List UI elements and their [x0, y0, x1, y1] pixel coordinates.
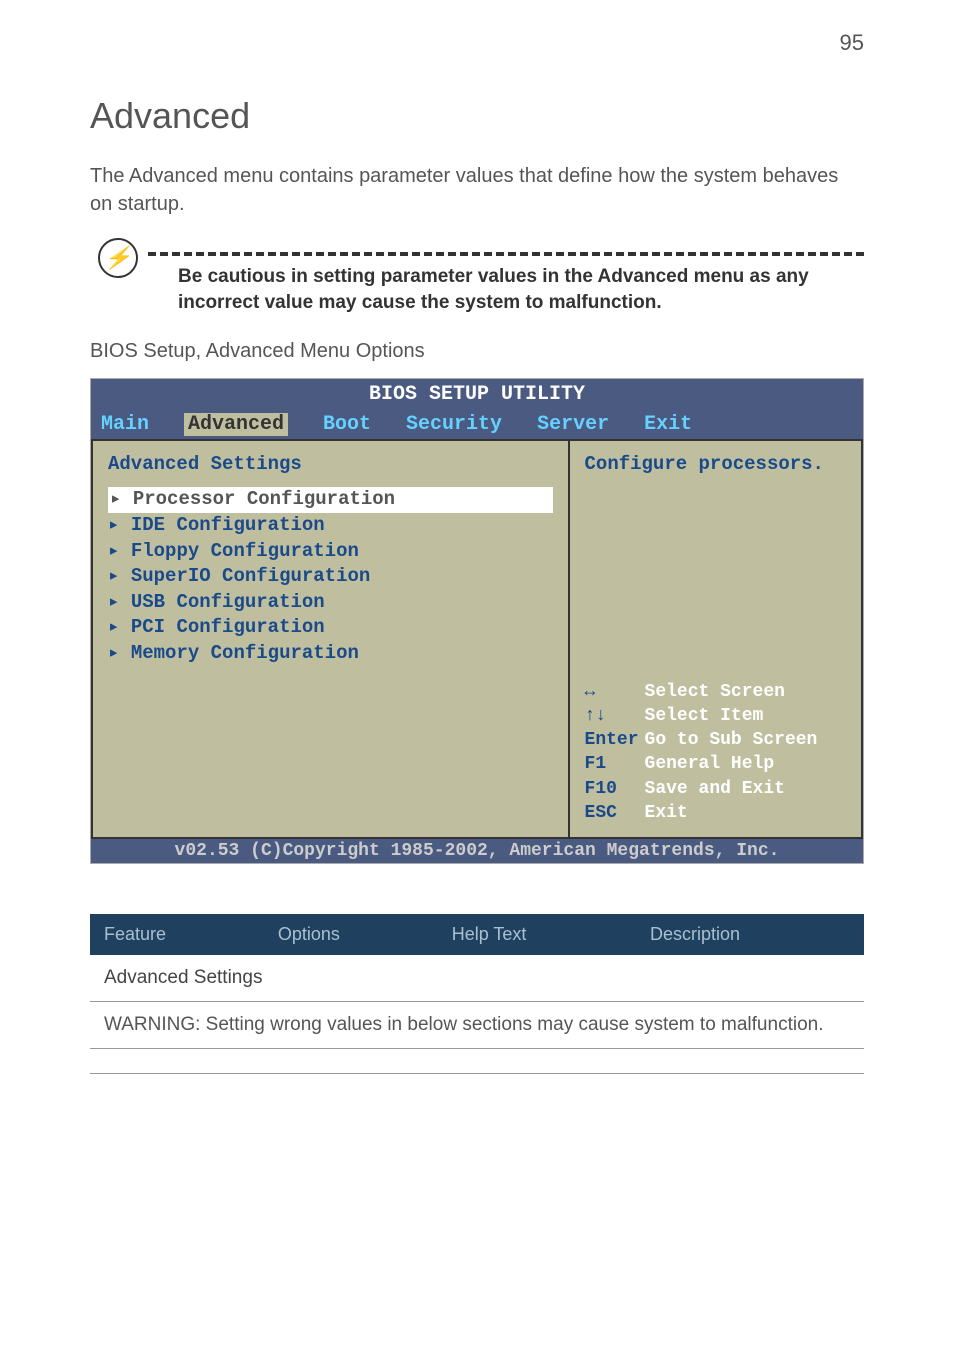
- bios-key-row: EnterGo to Sub Screen: [585, 728, 846, 752]
- section-label: BIOS Setup, Advanced Menu Options: [90, 340, 864, 363]
- table-empty-cell: [90, 1049, 864, 1074]
- bios-key-row: ↔Select Screen: [585, 680, 846, 704]
- bios-key-row: ESCExit: [585, 801, 846, 825]
- page-title: Advanced: [90, 95, 864, 137]
- key-text-subscreen: Go to Sub Screen: [645, 730, 818, 750]
- table-section-cell: Advanced Settings: [90, 955, 864, 1002]
- table-warning-cell: WARNING: Setting wrong values in below s…: [90, 1002, 864, 1049]
- th-options: Options: [264, 914, 438, 955]
- bios-item-usb[interactable]: USB Configuration: [108, 590, 553, 616]
- intro-paragraph: The Advanced menu contains parameter val…: [90, 162, 864, 218]
- bios-key-row: F1General Help: [585, 752, 846, 776]
- note-content: Be cautious in setting parameter values …: [148, 238, 864, 315]
- tab-exit[interactable]: Exit: [644, 413, 692, 436]
- bios-title: BIOS SETUP UTILITY: [91, 379, 863, 410]
- dashed-divider: [148, 252, 864, 256]
- note-text: Be cautious in setting parameter values …: [148, 264, 864, 315]
- key-text-help: General Help: [645, 754, 775, 774]
- bios-item-floppy[interactable]: Floppy Configuration: [108, 539, 553, 565]
- bios-right-pane: Configure processors. ↔Select Screen ↑↓S…: [569, 439, 863, 839]
- key-enter: Enter: [585, 728, 645, 752]
- key-arrows-ud: ↑↓: [585, 704, 645, 728]
- key-text-select-item: Select Item: [645, 706, 764, 726]
- bios-item-processor[interactable]: Processor Configuration: [108, 487, 553, 513]
- page-number: 95: [840, 30, 864, 56]
- feature-table: Feature Options Help Text Description Ad…: [90, 914, 864, 1074]
- bios-left-pane: Advanced Settings Processor Configuratio…: [91, 439, 569, 839]
- bios-body: Advanced Settings Processor Configuratio…: [91, 439, 863, 839]
- bios-section-heading: Advanced Settings: [108, 453, 553, 475]
- key-esc: ESC: [585, 801, 645, 825]
- key-arrows-lr: ↔: [585, 680, 645, 704]
- tab-main[interactable]: Main: [101, 413, 149, 436]
- th-feature: Feature: [90, 914, 264, 955]
- key-text-save-exit: Save and Exit: [645, 779, 785, 799]
- th-description: Description: [636, 914, 864, 955]
- bios-footer: v02.53 (C)Copyright 1985-2002, American …: [91, 839, 863, 863]
- tab-security[interactable]: Security: [406, 413, 502, 436]
- bios-item-superio[interactable]: SuperIO Configuration: [108, 564, 553, 590]
- caution-note: ⚡ Be cautious in setting parameter value…: [98, 238, 864, 315]
- key-f10: F10: [585, 777, 645, 801]
- tab-advanced[interactable]: Advanced: [184, 413, 288, 436]
- tab-boot[interactable]: Boot: [323, 413, 371, 436]
- table-row-warning: WARNING: Setting wrong values in below s…: [90, 1002, 864, 1049]
- table-row-section: Advanced Settings: [90, 955, 864, 1002]
- bios-item-ide[interactable]: IDE Configuration: [108, 513, 553, 539]
- bios-key-row: F10Save and Exit: [585, 777, 846, 801]
- bios-screenshot: BIOS SETUP UTILITY Main Advanced Boot Se…: [90, 378, 864, 864]
- tab-server[interactable]: Server: [537, 413, 609, 436]
- bios-key-legend: ↔Select Screen ↑↓Select Item EnterGo to …: [585, 680, 846, 826]
- lightning-icon: ⚡: [98, 238, 138, 278]
- key-text-exit: Exit: [645, 803, 688, 823]
- table-row-empty: [90, 1049, 864, 1074]
- bios-help-description: Configure processors.: [585, 453, 846, 475]
- bios-item-memory[interactable]: Memory Configuration: [108, 641, 553, 667]
- bios-key-row: ↑↓Select Item: [585, 704, 846, 728]
- key-f1: F1: [585, 752, 645, 776]
- th-helptext: Help Text: [438, 914, 636, 955]
- table-header-row: Feature Options Help Text Description: [90, 914, 864, 955]
- bios-item-pci[interactable]: PCI Configuration: [108, 615, 553, 641]
- bios-tab-bar: Main Advanced Boot Security Server Exit: [91, 410, 863, 439]
- key-text-select-screen: Select Screen: [645, 682, 785, 702]
